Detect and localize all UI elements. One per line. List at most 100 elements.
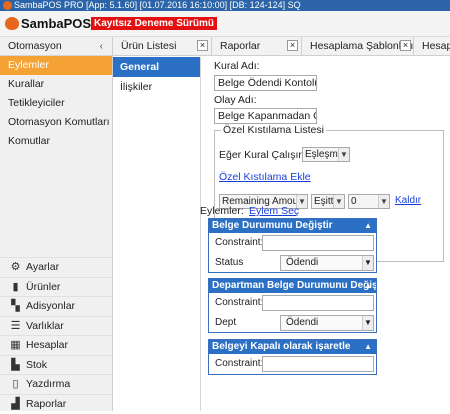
constraint-row: Constraint: — [209, 354, 376, 374]
tab-hesaplar[interactable]: Hesaplar — [414, 37, 450, 56]
nav-stok[interactable]: ▙ Stok — [0, 354, 112, 375]
constraint-op-select[interactable]: Eşittir ▼ — [311, 194, 345, 209]
sidebar-item-komutlar[interactable]: Komutlar — [0, 132, 112, 151]
trial-badge: Kayıtsız Deneme Sürümü — [91, 17, 218, 30]
constraint-input[interactable] — [262, 235, 374, 251]
status-row: Status Ödendi ▼ — [209, 253, 376, 273]
nav-raporlar[interactable]: ▟ Raporlar — [0, 393, 112, 414]
chevron-down-icon: ▼ — [338, 148, 349, 161]
tab-urun-listesi[interactable]: Ürün Listesi × — [113, 37, 212, 56]
constraint-label: Constraint: — [215, 297, 264, 308]
constraint-label: Constraint: — [215, 358, 264, 369]
action-panel: Belgeyi Kapalı olarak işaretle ▲ Constra… — [208, 339, 377, 375]
close-icon[interactable]: × — [197, 40, 208, 51]
window-title-bar: SambaPOS PRO [App: 5.1.60] [01.07.2016 1… — [0, 0, 450, 11]
nav-adisyonlar[interactable]: ▚ Adisyonlar — [0, 296, 112, 316]
rule-name-input[interactable]: Belge Ödendi Kontolü — [214, 75, 317, 91]
settings-nav: General Settings İlişkiler — [113, 57, 201, 411]
tab-bar: Ürün Listesi × Raporlar × Hesaplama Şabl… — [113, 37, 450, 56]
window-title: SambaPOS PRO [App: 5.1.60] [01.07.2016 1… — [14, 0, 301, 10]
sidebar-item-eylemler[interactable]: Eylemler — [0, 56, 112, 75]
tab-label: Hesaplama Şablonları — [310, 40, 414, 52]
rule-name-label: Kural Adı: — [214, 60, 260, 72]
constraint-value: 0 — [351, 196, 357, 207]
sambapos-logo-icon — [5, 17, 19, 30]
status-label: Status — [215, 257, 244, 268]
collapse-icon[interactable]: ▲ — [364, 219, 372, 233]
remove-link[interactable]: Kaldır — [395, 195, 421, 206]
sidebar-item-tetikleyiciler[interactable]: Tetikleyiciler — [0, 94, 112, 113]
constraint-row: Constraint: — [209, 293, 376, 313]
constraint-label: Constraint: — [215, 237, 264, 248]
action-panel-title: Belgeyi Kapalı olarak işaretle — [212, 341, 351, 352]
nav-label: Stok — [26, 358, 48, 371]
constraint-input[interactable] — [262, 295, 374, 311]
event-name-label: Olay Adı: — [214, 94, 257, 106]
status-select[interactable]: Ödendi ▼ — [280, 255, 374, 271]
calculator-icon: ▦ — [10, 339, 21, 351]
stock-icon: ▙ — [11, 358, 20, 371]
tab-label: Raporlar — [220, 40, 261, 52]
constraint-row: Constraint: — [209, 233, 376, 253]
action-panel-header[interactable]: Belge Durumunu Değiştir ▲ — [209, 219, 376, 233]
tab-hesaplama-sablonlari[interactable]: Hesaplama Şablonları × — [302, 37, 414, 56]
nav-label: Yazdırma — [26, 378, 71, 390]
nav-label: Adisyonlar — [26, 300, 76, 312]
select-action-link[interactable]: Eylem Seç — [249, 205, 299, 217]
constraint-group-title: Özel Kıstılama Listesi — [221, 124, 326, 136]
chevron-down-icon: ▼ — [333, 195, 344, 208]
nav-ayarlar[interactable]: ⚙ Ayarlar — [0, 257, 112, 277]
sidebar: Otomasyon ‹ Eylemler Kurallar Tetikleyic… — [0, 37, 113, 411]
close-icon[interactable]: × — [400, 40, 411, 51]
brand-name: SambaPOS — [21, 16, 92, 31]
sidebar-item-kurallar[interactable]: Kurallar — [0, 75, 112, 94]
sidebar-item-otomasyon-komutlari[interactable]: Otomasyon Komutları — [0, 113, 112, 132]
chevron-down-icon: ▼ — [362, 316, 373, 330]
status-value: Ödendi — [286, 257, 319, 268]
action-panel: Departman Belge Durumunu Değiştir ▲ Cons… — [208, 278, 377, 333]
add-constraint-link[interactable]: Özel Kıstılama Ekle — [219, 171, 311, 183]
actions-label: Eylemler: — [200, 205, 244, 217]
tickets-icon: ▚ — [11, 300, 20, 312]
chevron-left-icon[interactable]: ‹ — [100, 37, 103, 56]
document-icon: ▯ — [12, 378, 19, 390]
collapse-icon[interactable]: ▲ — [364, 279, 372, 293]
nav-general-settings[interactable]: General Settings — [113, 57, 200, 93]
bar-chart-icon: ▟ — [11, 397, 20, 410]
action-panel-header[interactable]: Departman Belge Durumunu Değiştir ▲ — [209, 279, 376, 293]
dept-select[interactable]: Ödendi ▼ — [280, 315, 374, 331]
close-icon[interactable]: × — [287, 40, 298, 51]
nav-label: Hesaplar — [26, 339, 69, 351]
list-icon: ☰ — [10, 319, 21, 332]
chevron-down-icon: ▼ — [362, 256, 373, 270]
action-panel: Belge Durumunu Değiştir ▲ Constraint: St… — [208, 218, 377, 273]
sidebar-header-label: Otomasyon — [8, 40, 62, 52]
dept-label: Dept — [215, 317, 237, 328]
nav-varliklar[interactable]: ☰ Varlıklar — [0, 315, 112, 336]
dept-row: Dept Ödendi ▼ — [209, 313, 376, 333]
dept-value: Ödendi — [286, 317, 319, 328]
brand-bar: SambaPOS Kayıtsız Deneme Sürümü — [0, 11, 450, 37]
bottle-icon: ▮ — [12, 280, 19, 293]
nav-yazdirma[interactable]: ▯ Yazdırma — [0, 374, 112, 394]
chevron-down-icon: ▼ — [378, 195, 389, 208]
action-panel-header[interactable]: Belgeyi Kapalı olarak işaretle ▲ — [209, 340, 376, 354]
tab-raporlar[interactable]: Raporlar × — [212, 37, 302, 56]
nav-urunler[interactable]: ▮ Ürünler — [0, 276, 112, 297]
rule-run-select[interactable]: Eşleşmeler ▼ — [302, 147, 350, 162]
constraint-value-select[interactable]: 0 ▼ — [348, 194, 390, 209]
nav-label: Ayarlar — [26, 261, 60, 273]
nav-label: Raporlar — [26, 397, 67, 410]
module-nav: ⚙ Ayarlar ▮ Ürünler ▚ Adisyonlar ☰ Varlı… — [0, 257, 112, 413]
constraint-input[interactable] — [262, 356, 374, 372]
tab-label: Hesaplar — [422, 40, 450, 52]
event-name-input[interactable]: Belge Kapanmadan Önce — [214, 108, 317, 124]
action-panel-title: Belge Durumunu Değiştir — [212, 220, 333, 231]
nav-hesaplar[interactable]: ▦ Hesaplar — [0, 335, 112, 355]
rule-run-label: Eğer Kural Çalışırsa — [219, 149, 313, 161]
collapse-icon[interactable]: ▲ — [364, 340, 372, 354]
app-icon — [3, 1, 12, 10]
tab-label: Ürün Listesi — [121, 40, 177, 52]
nav-label: Ürünler — [26, 280, 61, 293]
sidebar-header[interactable]: Otomasyon ‹ — [0, 37, 112, 56]
